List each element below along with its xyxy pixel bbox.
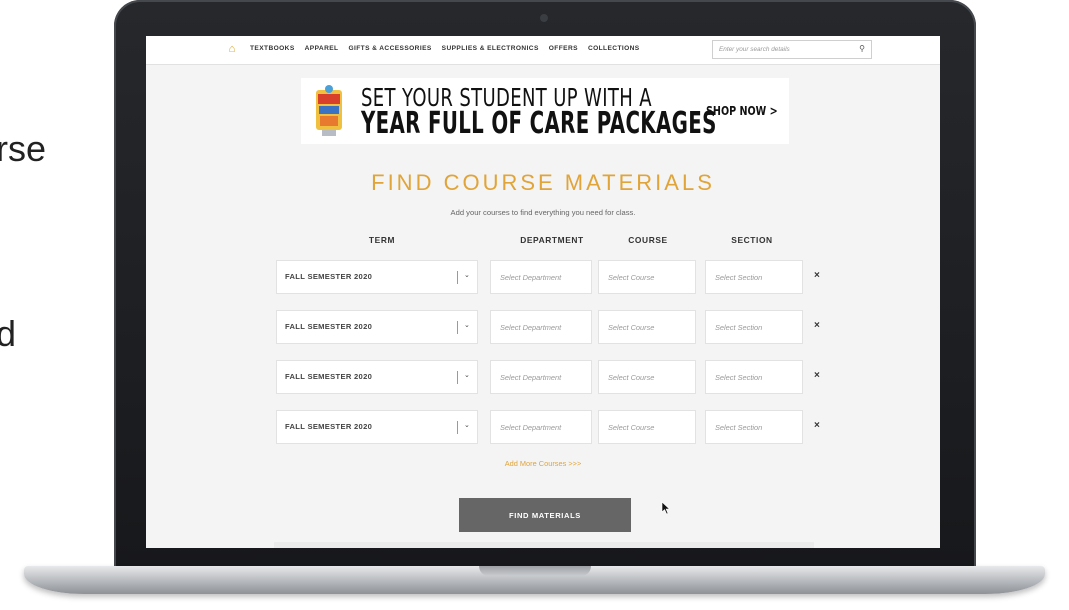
department-placeholder: Select Department: [500, 423, 562, 432]
select-divider: [457, 321, 458, 334]
section-placeholder: Select Section: [715, 373, 763, 382]
select-divider: [457, 421, 458, 434]
course-row: FALL SEMESTER 2020 ⌄ Select Department S…: [146, 360, 940, 394]
term-select[interactable]: FALL SEMESTER 2020 ⌄: [276, 410, 478, 444]
close-icon[interactable]: ×: [814, 370, 820, 381]
page-title: FIND COURSE MATERIALS: [371, 170, 715, 195]
course-row: FALL SEMESTER 2020 ⌄ Select Department S…: [146, 260, 940, 294]
department-placeholder: Select Department: [500, 323, 562, 332]
department-placeholder: Select Department: [500, 273, 562, 282]
course-select[interactable]: Select Course: [598, 260, 696, 294]
nav-link-apparel[interactable]: APPAREL: [305, 45, 339, 52]
close-icon[interactable]: ×: [814, 270, 820, 281]
add-more-courses-link[interactable]: Add More Courses >>>: [146, 459, 940, 468]
term-value: FALL SEMESTER 2020: [285, 422, 373, 431]
course-placeholder: Select Course: [608, 273, 655, 282]
column-header-course: COURSE: [628, 235, 668, 245]
course-placeholder: Select Course: [608, 373, 655, 382]
banner-headline-bold: YEAR FULL OF CARE PACKAGES: [361, 106, 717, 141]
course-select[interactable]: Select Course: [598, 360, 696, 394]
department-placeholder: Select Department: [500, 373, 562, 382]
department-select[interactable]: Select Department: [490, 260, 592, 294]
chevron-down-icon[interactable]: ⌄: [464, 271, 470, 279]
section-select[interactable]: Select Section: [705, 410, 803, 444]
department-select[interactable]: Select Department: [490, 360, 592, 394]
column-header-section: SECTION: [731, 235, 773, 245]
department-select[interactable]: Select Department: [490, 410, 592, 444]
promo-banner[interactable]: SET YOUR STUDENT UP WITH A YEAR FULL OF …: [301, 78, 789, 144]
laptop: ⌂ TEXTBOOKS APPAREL GIFTS & ACCESSORIES …: [114, 0, 976, 572]
chevron-down-icon[interactable]: ⌄: [464, 421, 470, 429]
section-placeholder: Select Section: [715, 423, 763, 432]
section-select[interactable]: Select Section: [705, 260, 803, 294]
section-select[interactable]: Select Section: [705, 310, 803, 344]
term-value: FALL SEMESTER 2020: [285, 272, 373, 281]
course-select[interactable]: Select Course: [598, 310, 696, 344]
term-value: FALL SEMESTER 2020: [285, 322, 373, 331]
mouse-cursor-icon: [661, 501, 671, 515]
section-placeholder: Select Section: [715, 273, 763, 282]
home-icon[interactable]: ⌂: [226, 43, 238, 55]
search-input[interactable]: [719, 44, 844, 55]
column-header-department: DEPARTMENT: [520, 235, 584, 245]
close-icon[interactable]: ×: [814, 320, 820, 331]
term-select[interactable]: FALL SEMESTER 2020 ⌄: [276, 310, 478, 344]
term-value: FALL SEMESTER 2020: [285, 372, 373, 381]
find-materials-button[interactable]: FIND MATERIALS: [459, 498, 631, 532]
section-placeholder: Select Section: [715, 323, 763, 332]
slide-text-fragment: rse: [0, 128, 47, 169]
camera-icon: [540, 14, 548, 22]
term-select[interactable]: FALL SEMESTER 2020 ⌄: [276, 360, 478, 394]
chevron-down-icon[interactable]: ⌄: [464, 321, 470, 329]
slide-text-fragment: d: [0, 313, 17, 354]
nav-link-supplies-electronics[interactable]: SUPPLIES & ELECTRONICS: [442, 45, 539, 52]
column-header-term: TERM: [368, 235, 396, 245]
browser-viewport: ⌂ TEXTBOOKS APPAREL GIFTS & ACCESSORIES …: [146, 36, 940, 548]
nav-link-textbooks[interactable]: TEXTBOOKS: [250, 45, 295, 52]
content-divider: [274, 542, 814, 548]
course-placeholder: Select Course: [608, 423, 655, 432]
shop-now-link[interactable]: SHOP NOW >: [706, 104, 778, 118]
course-row: FALL SEMESTER 2020 ⌄ Select Department S…: [146, 410, 940, 444]
nav-links: TEXTBOOKS APPAREL GIFTS & ACCESSORIES SU…: [250, 45, 640, 52]
laptop-notch: [479, 566, 591, 576]
section-select[interactable]: Select Section: [705, 360, 803, 394]
select-divider: [457, 271, 458, 284]
course-placeholder: Select Course: [608, 323, 655, 332]
page-subtitle: Add your courses to find everything you …: [450, 208, 636, 217]
department-select[interactable]: Select Department: [490, 310, 592, 344]
laptop-base: [24, 566, 1045, 594]
select-divider: [457, 371, 458, 384]
chevron-down-icon[interactable]: ⌄: [464, 371, 470, 379]
close-icon[interactable]: ×: [814, 420, 820, 431]
nav-link-gifts-accessories[interactable]: GIFTS & ACCESSORIES: [348, 45, 431, 52]
course-select[interactable]: Select Course: [598, 410, 696, 444]
course-row: FALL SEMESTER 2020 ⌄ Select Department S…: [146, 310, 940, 344]
term-select[interactable]: FALL SEMESTER 2020 ⌄: [276, 260, 478, 294]
care-package-icon: [316, 85, 342, 136]
nav-link-collections[interactable]: COLLECTIONS: [588, 45, 640, 52]
search-box: ⚲: [712, 40, 872, 59]
nav-link-offers[interactable]: OFFERS: [549, 45, 578, 52]
top-navigation: ⌂ TEXTBOOKS APPAREL GIFTS & ACCESSORIES …: [146, 36, 940, 65]
search-icon[interactable]: ⚲: [859, 44, 865, 53]
